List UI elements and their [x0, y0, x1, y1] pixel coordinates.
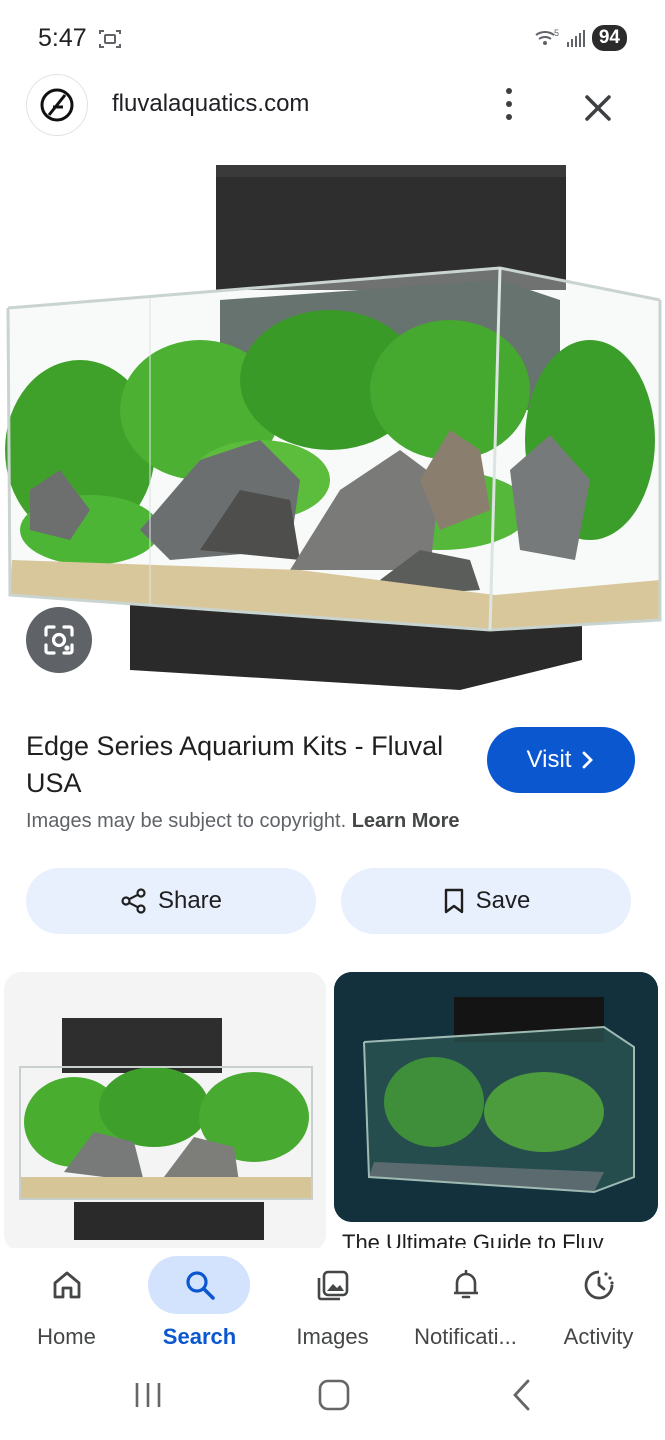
share-icon — [121, 888, 146, 914]
nav-activity[interactable]: Activity — [532, 1248, 665, 1368]
close-icon[interactable] — [578, 88, 618, 128]
related-image-2[interactable] — [334, 972, 658, 1222]
main-image[interactable] — [0, 150, 665, 702]
svg-text:5: 5 — [554, 28, 559, 38]
nav-label-activity: Activity — [563, 1324, 634, 1349]
copyright-notice: Images may be subject to copyright. Lear… — [26, 810, 460, 833]
signal-icon — [566, 30, 585, 47]
site-domain[interactable]: fluvalaquatics.com — [112, 90, 309, 118]
recent-apps-icon[interactable] — [132, 1380, 166, 1410]
google-lens-button[interactable] — [26, 607, 92, 673]
lens-icon — [44, 625, 74, 655]
home-button-icon[interactable] — [316, 1378, 352, 1412]
back-icon[interactable] — [508, 1378, 536, 1412]
wifi-icon: 5 — [535, 28, 559, 45]
result-title[interactable]: Edge Series Aquarium Kits - Fluval USA — [26, 728, 446, 802]
home-icon — [53, 1271, 80, 1299]
site-favicon[interactable] — [26, 74, 88, 136]
aquarium-thumbnail — [334, 972, 658, 1222]
more-dot-icon — [506, 88, 512, 94]
related-image-1[interactable] — [4, 972, 326, 1252]
save-button[interactable]: Save — [341, 868, 631, 934]
share-label: Share — [157, 887, 223, 914]
battery-indicator: 94 — [591, 25, 627, 51]
related-caption-2[interactable]: The Ultimate Guide to Fluv — [342, 1230, 662, 1250]
activity-icon — [584, 1270, 614, 1300]
visit-label: Visit — [526, 746, 572, 773]
status-time: 5:47 — [38, 24, 87, 52]
more-options-button[interactable] — [492, 82, 526, 126]
image-viewer-header: fluvalaquatics.com — [0, 72, 665, 136]
system-navigation-bar — [0, 1368, 665, 1440]
nav-label-search: Search — [162, 1324, 237, 1349]
nav-label-notifications: Notificati... — [414, 1324, 517, 1349]
chevron-right-icon — [583, 751, 594, 769]
copyright-text: Images may be subject to copyright. — [26, 810, 347, 832]
nav-label-images: Images — [296, 1324, 369, 1349]
bottom-navigation: Home Search Images Notificati... Activit… — [0, 1248, 665, 1368]
nav-search[interactable]: Search — [133, 1248, 266, 1368]
screenshot-icon — [99, 30, 121, 48]
aquarium-thumbnail — [4, 972, 326, 1252]
nav-images[interactable]: Images — [266, 1248, 399, 1368]
fluval-logo-icon — [40, 88, 74, 122]
aquarium-image — [5, 165, 662, 690]
bookmark-icon — [444, 888, 463, 914]
nav-label-home: Home — [37, 1324, 96, 1349]
more-dot-icon — [506, 101, 512, 107]
more-dot-icon — [506, 114, 512, 120]
bell-icon — [453, 1269, 478, 1299]
images-icon — [317, 1270, 348, 1301]
share-button[interactable]: Share — [26, 868, 316, 934]
status-indicators: 5 94 — [534, 24, 627, 52]
visit-button[interactable]: Visit — [487, 727, 635, 793]
nav-home[interactable]: Home — [0, 1248, 133, 1368]
save-label: Save — [475, 887, 531, 914]
learn-more-link[interactable]: Learn More — [352, 810, 460, 832]
search-icon — [185, 1271, 215, 1300]
nav-notifications[interactable]: Notificati... — [399, 1248, 532, 1368]
status-bar: 5:47 5 94 — [0, 0, 665, 78]
